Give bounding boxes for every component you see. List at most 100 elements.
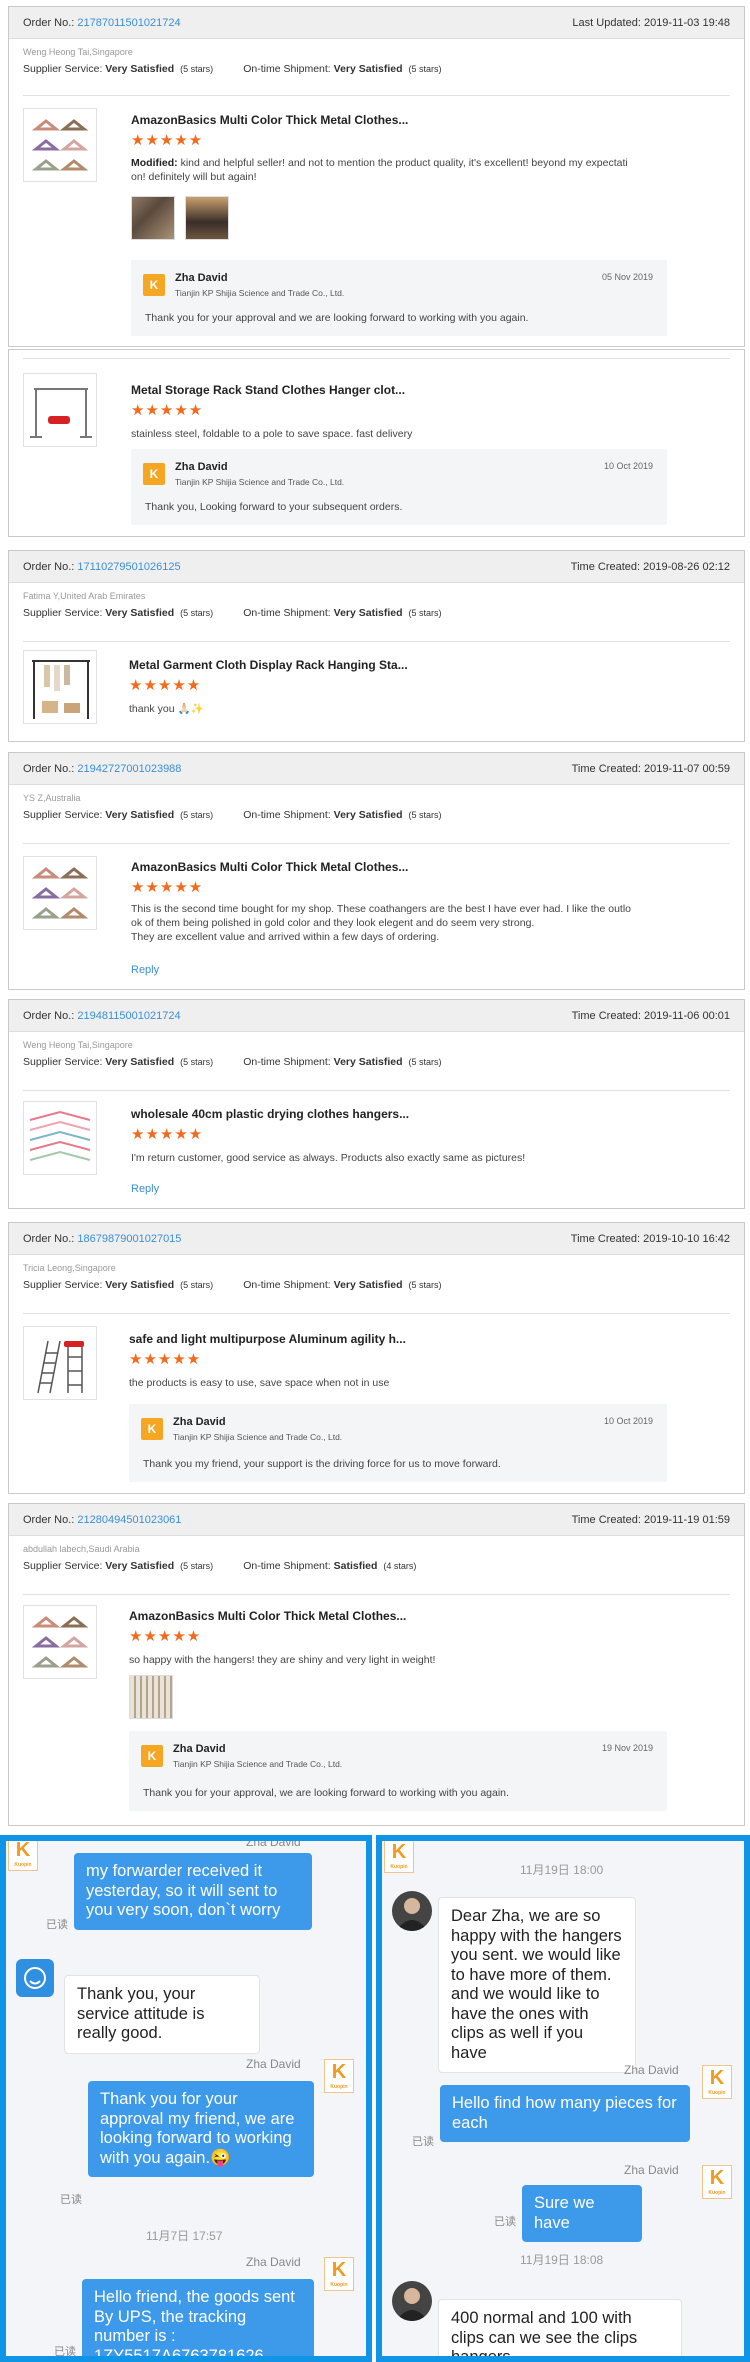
order-number-link[interactable]: 17110279501026125 <box>77 561 180 573</box>
reply-author: Zha David <box>175 461 228 473</box>
reply-company: Tianjin KP Shijia Science and Trade Co.,… <box>175 288 345 298</box>
supplier-stars: (5 stars) <box>180 1561 214 1571</box>
review-photo[interactable] <box>185 196 229 240</box>
product-thumbnail[interactable] <box>23 373 97 447</box>
reply-date: 10 Oct 2019 <box>603 1416 653 1426</box>
review-text: the products is easy to use, save space … <box>129 1377 390 1389</box>
sender-name: Zha David <box>246 2255 301 2269</box>
read-receipt: 已读 <box>60 2194 82 2206</box>
buyer-location: Tricia Leong,Singapore <box>23 1263 116 1273</box>
shipment-label: On-time Shipment: <box>243 607 331 619</box>
review-line: This is the second time bought for my sh… <box>131 903 632 915</box>
reply-link[interactable]: Reply <box>131 964 159 976</box>
seller-logo-icon: K <box>143 274 165 296</box>
reply-date: 10 Oct 2019 <box>603 461 653 471</box>
reply-link[interactable]: Reply <box>131 1183 159 1195</box>
reply-date: 05 Nov 2019 <box>601 272 653 282</box>
review-photos <box>129 1675 173 1719</box>
order-number-link[interactable]: 21942727001023988 <box>77 763 181 775</box>
review-photo[interactable] <box>131 196 175 240</box>
order-header: Order No.: 21942727001023988 Time Create… <box>9 753 744 785</box>
chat-timestamp: 11月19日 18:08 <box>520 2253 604 2267</box>
product-thumbnail[interactable] <box>23 650 97 724</box>
supplier-label: Supplier Service: <box>23 1056 103 1068</box>
product-title[interactable]: AmazonBasics Multi Color Thick Metal Clo… <box>131 113 408 127</box>
reply-company: Tianjin KP Shijia Science and Trade Co.,… <box>175 477 345 487</box>
buyer-avatar <box>16 1959 54 1997</box>
supplier-rating: Very Satisfied <box>105 63 175 75</box>
product-title[interactable]: AmazonBasics Multi Color Thick Metal Clo… <box>129 1609 406 1623</box>
order-label: Order No.: <box>23 16 75 29</box>
review-line: kind and helpful seller! and not to ment… <box>177 157 628 169</box>
supplier-rating: Very Satisfied <box>105 809 175 821</box>
order-label: Order No.: <box>23 1513 75 1526</box>
order-number-link[interactable]: 21280494501023061 <box>77 1514 181 1526</box>
product-title[interactable]: wholesale 40cm plastic drying clothes ha… <box>131 1107 409 1121</box>
product-title[interactable]: safe and light multipurpose Aluminum agi… <box>129 1332 406 1346</box>
order-card: Order No.: 18679879001027015 Time Create… <box>8 1222 745 1494</box>
star-rating: ★★★★★ <box>131 1126 204 1143</box>
read-receipt: 已读 <box>412 2136 434 2148</box>
product-thumbnail[interactable] <box>23 1326 97 1400</box>
shipment-rating: Satisfied <box>333 1560 378 1572</box>
star-rating: ★★★★★ <box>131 402 204 419</box>
shipment-rating: Very Satisfied <box>333 809 403 821</box>
hangers-image <box>31 119 89 171</box>
star-rating: ★★★★★ <box>129 677 202 694</box>
ratings-row: Supplier Service: Very Satisfied (5 stars… <box>9 57 744 75</box>
reply-text: Thank you for your approval and we are l… <box>145 312 529 324</box>
product-thumbnail[interactable] <box>23 108 97 182</box>
order-number-link[interactable]: 21948115001021724 <box>77 1010 180 1022</box>
product-title[interactable]: AmazonBasics Multi Color Thick Metal Clo… <box>131 860 408 874</box>
rack-image <box>30 388 92 438</box>
reply-author: Zha David <box>173 1743 226 1755</box>
ratings-row: Supplier Service: Very Satisfied (5 stars… <box>9 1050 744 1068</box>
supplier-rating: Very Satisfied <box>105 1056 175 1068</box>
order-card: Order No.: 21280494501023061 Time Create… <box>8 1503 745 1826</box>
review-photo[interactable] <box>129 1675 173 1719</box>
sender-name: Zha David <box>624 2063 679 2077</box>
seller-logo-icon: K <box>141 1745 163 1767</box>
shipment-label: On-time Shipment: <box>243 63 331 75</box>
order-number-link[interactable]: 21787011501021724 <box>77 17 180 29</box>
modified-label: Modified: <box>131 157 178 169</box>
supplier-label: Supplier Service: <box>23 1560 103 1572</box>
seller-logo-icon: K <box>143 463 165 485</box>
seller-reply: K Zha David Tianjin KP Shijia Science an… <box>129 1404 667 1482</box>
product-thumbnail[interactable] <box>23 1101 97 1175</box>
product-title[interactable]: Metal Garment Cloth Display Rack Hanging… <box>129 658 408 672</box>
shipment-rating: Very Satisfied <box>333 1056 403 1068</box>
product-thumbnail[interactable] <box>23 1605 97 1679</box>
product-thumbnail[interactable] <box>23 856 97 930</box>
star-rating: ★★★★★ <box>129 1628 202 1645</box>
order-header: Order No.: 21948115001021724 Time Create… <box>9 1000 744 1032</box>
order-label: Order No.: <box>23 1009 75 1022</box>
shipment-stars: (5 stars) <box>408 608 442 618</box>
chat-screenshot-right: K Kuopin 11月19日 18:00 Dear Zha, we are so… <box>376 1835 750 2362</box>
shipment-rating: Very Satisfied <box>333 607 403 619</box>
shipment-label: On-time Shipment: <box>243 1056 331 1068</box>
product-title[interactable]: Metal Storage Rack Stand Clothes Hanger … <box>131 383 405 397</box>
supplier-label: Supplier Service: <box>23 63 103 75</box>
seller-logo-icon: K Kuopin <box>702 2065 732 2099</box>
hangers-image <box>31 1616 89 1668</box>
order-time: Time Created: 2019-08-26 02:12 <box>570 560 730 573</box>
chat-timestamp: 11月7日 17:57 <box>146 2229 223 2243</box>
chat-message-received: Dear Zha, we are so happy with the hange… <box>438 1897 636 2073</box>
review-item: Metal Storage Rack Stand Clothes Hanger … <box>23 358 730 536</box>
order-card: Order No.: 21942727001023988 Time Create… <box>8 752 745 990</box>
review-item: AmazonBasics Multi Color Thick Metal Clo… <box>23 843 730 989</box>
buyer-location: Weng Heong Tai,Singapore <box>23 1040 133 1050</box>
seller-reply: K Zha David Tianjin KP Shijia Science an… <box>129 1731 667 1811</box>
review-line: on! definitely will but again! <box>131 171 257 183</box>
garment-rack-image <box>32 660 90 719</box>
chat-message-sent: Sure we have <box>522 2185 642 2242</box>
chat-message-sent: Hello friend, the goods sent By UPS, the… <box>82 2279 314 2356</box>
ladder-image <box>37 1340 84 1394</box>
ratings-row: Supplier Service: Very Satisfied (5 stars… <box>9 1554 744 1572</box>
chat-message-sent: Hello find how many pieces for each <box>440 2085 690 2142</box>
sender-name: Zha David <box>246 1835 301 1849</box>
order-number-link[interactable]: 18679879001027015 <box>77 1233 181 1245</box>
order-label: Order No.: <box>23 560 75 573</box>
order-header: Order No.: 17110279501026125 Time Create… <box>9 551 744 583</box>
